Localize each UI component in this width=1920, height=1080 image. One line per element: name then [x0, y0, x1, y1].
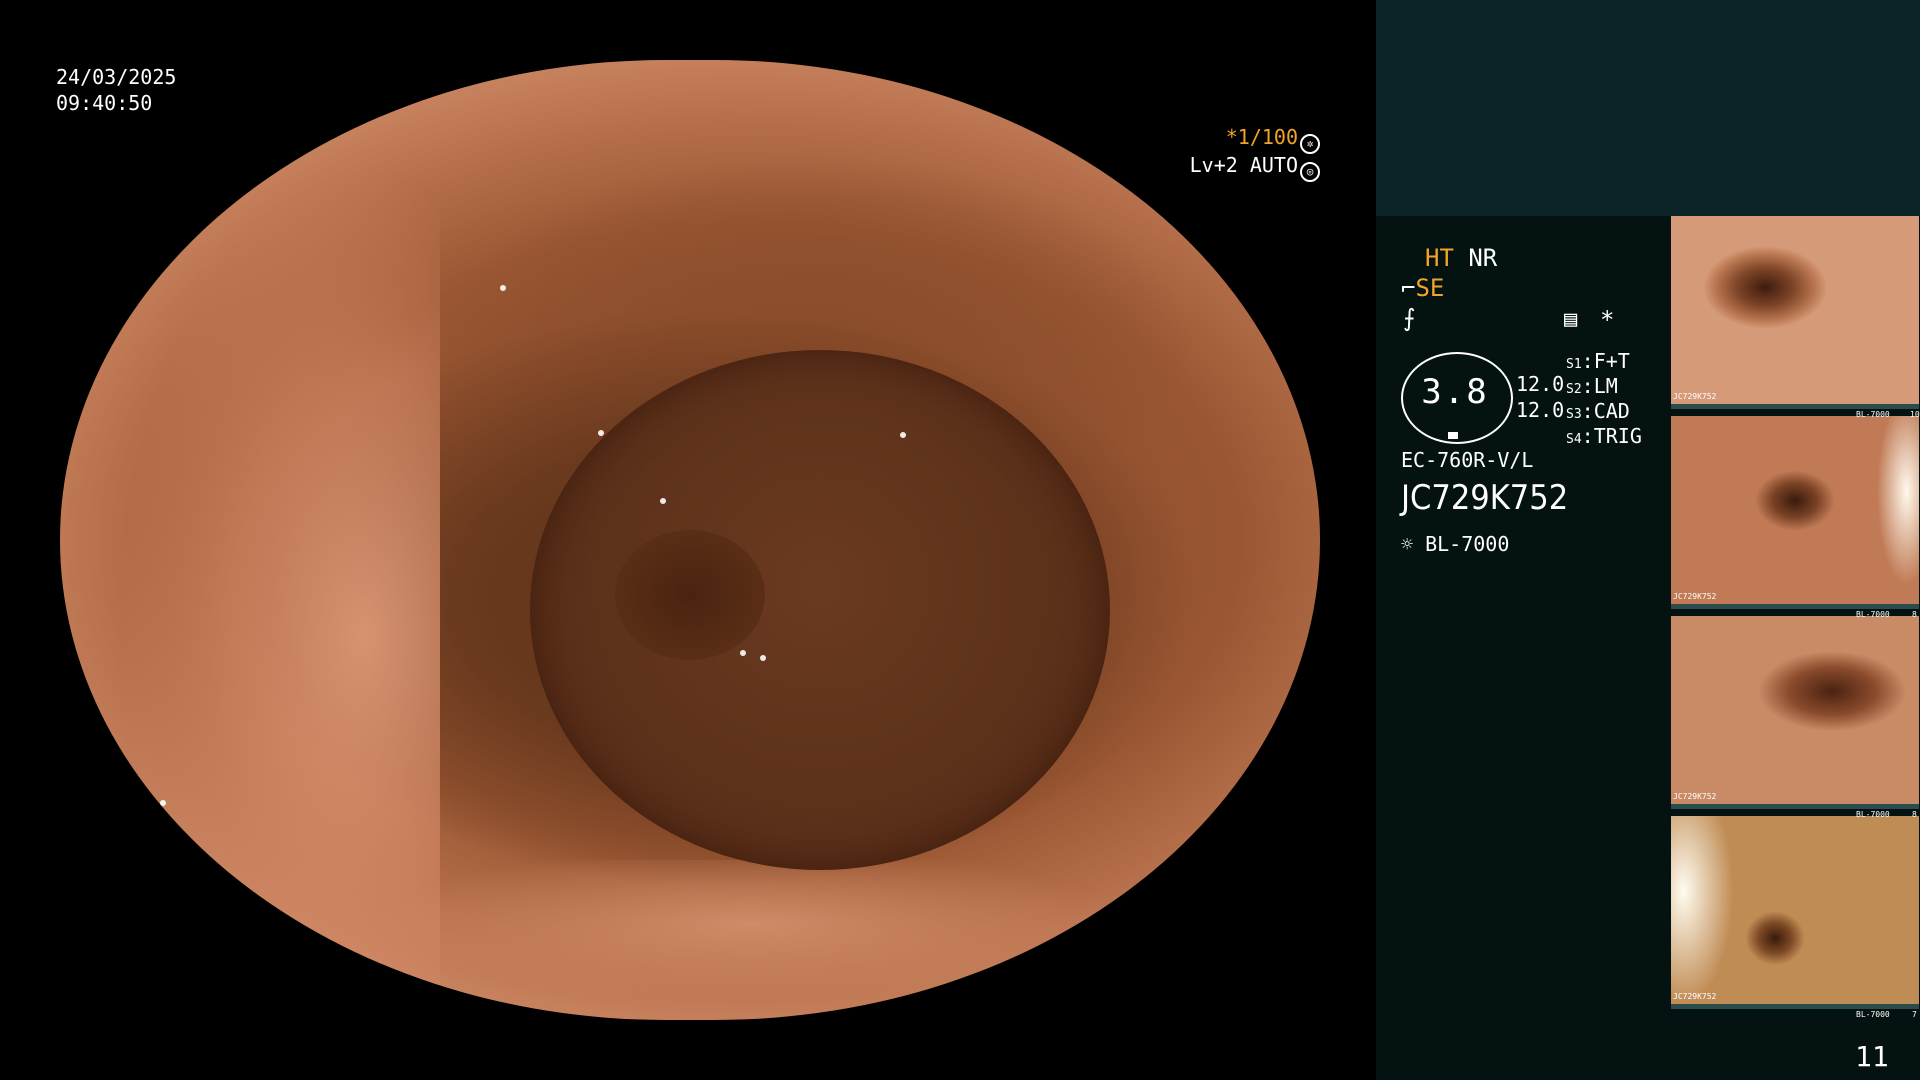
thumbnail-index: 7: [1912, 1010, 1917, 1019]
thumbnail[interactable]: JC729K752: [1671, 416, 1919, 609]
light-reflection: [760, 655, 766, 661]
date-text: 24/03/2025: [56, 65, 177, 89]
thumbnail[interactable]: JC729K752: [1671, 816, 1919, 1009]
light-source: BL-7000: [1425, 532, 1510, 556]
light-reflection: [660, 498, 666, 504]
slot-key: S2: [1566, 382, 1582, 397]
thumbnail-image: [1671, 416, 1919, 604]
frequency-icon: ⨍: [1403, 304, 1416, 332]
thumbnail-footer: BL-7000: [1856, 810, 1890, 819]
ht-nr-row: HT NR: [1425, 243, 1497, 273]
thumbnail-caption: JC729K752: [1673, 992, 1717, 1001]
thumbnail-caption: JC729K752: [1673, 392, 1717, 401]
light-source-row: ☼ BL-7000: [1401, 532, 1509, 557]
level-text: Lv+2 AUTO: [1189, 153, 1298, 177]
thumbnail-image: [1671, 816, 1919, 1004]
thumbnail-index: 10: [1910, 410, 1920, 419]
slot-value: TRIG: [1593, 424, 1642, 448]
slot-row: S1:F+T: [1566, 349, 1630, 373]
slot-key: S1: [1566, 357, 1582, 372]
thumbnail-footer: BL-7000: [1856, 610, 1890, 619]
se-label: SE: [1415, 274, 1445, 302]
star-indicator: *: [1600, 306, 1615, 334]
gauge-marker: [1448, 432, 1458, 439]
thumbnail-footer: BL-7000: [1856, 1010, 1890, 1019]
mucosal-fold-bottom: [360, 860, 1140, 1020]
enhance-icon: ⌐: [1401, 274, 1416, 302]
thumbnail-image: [1671, 616, 1919, 804]
page-number: 11: [1855, 1040, 1889, 1073]
slot-row: S3:CAD: [1566, 399, 1630, 423]
se-row: ⌐SE: [1401, 273, 1444, 303]
value-1: 12.0: [1516, 372, 1565, 396]
deep-lumen: [615, 530, 765, 660]
endoscope-view: [60, 60, 1320, 1020]
thumbnail-index: 8: [1912, 810, 1917, 819]
serial-number: JC729K752: [1401, 478, 1569, 518]
slot-key: S4: [1566, 432, 1582, 447]
thumbnail-index: 8: [1912, 610, 1917, 619]
thumbnail[interactable]: JC729K752: [1671, 616, 1919, 809]
light-reflection: [160, 800, 166, 806]
slot-value: LM: [1593, 374, 1618, 398]
slot-row: S4:TRIG: [1566, 424, 1642, 448]
thumbnail-footer: BL-7000: [1856, 410, 1890, 419]
slot-row: S2:LM: [1566, 374, 1618, 398]
level-readout: Lv+2 AUTO ◎: [1160, 126, 1320, 182]
light-reflection: [740, 650, 746, 656]
panel-header: [1376, 0, 1920, 216]
time-text: 09:40:50: [56, 91, 153, 115]
ht-label: HT: [1425, 244, 1454, 272]
scope-model: EC-760R-V/L: [1401, 448, 1534, 472]
thumbnail[interactable]: JC729K752: [1671, 216, 1919, 409]
value-2: 12.0: [1516, 398, 1565, 422]
light-reflection: [598, 430, 604, 436]
thumbnail-caption: JC729K752: [1673, 792, 1717, 801]
slot-value: F+T: [1593, 349, 1630, 373]
memory-icon: ▤: [1564, 307, 1578, 332]
light-reflection: [900, 432, 906, 438]
slot-value: CAD: [1593, 399, 1630, 423]
light-reflection: [500, 285, 506, 291]
iris-icon: ◎: [1300, 162, 1320, 182]
thumbnail-caption: JC729K752: [1673, 592, 1717, 601]
gauge-value: 3.8: [1421, 372, 1489, 412]
slot-key: S3: [1566, 407, 1582, 422]
light-icon: ☼: [1401, 532, 1414, 556]
thumbnail-image: [1671, 216, 1919, 404]
datetime: 24/03/2025 09:40:50: [56, 64, 176, 116]
nr-label: NR: [1468, 244, 1498, 272]
